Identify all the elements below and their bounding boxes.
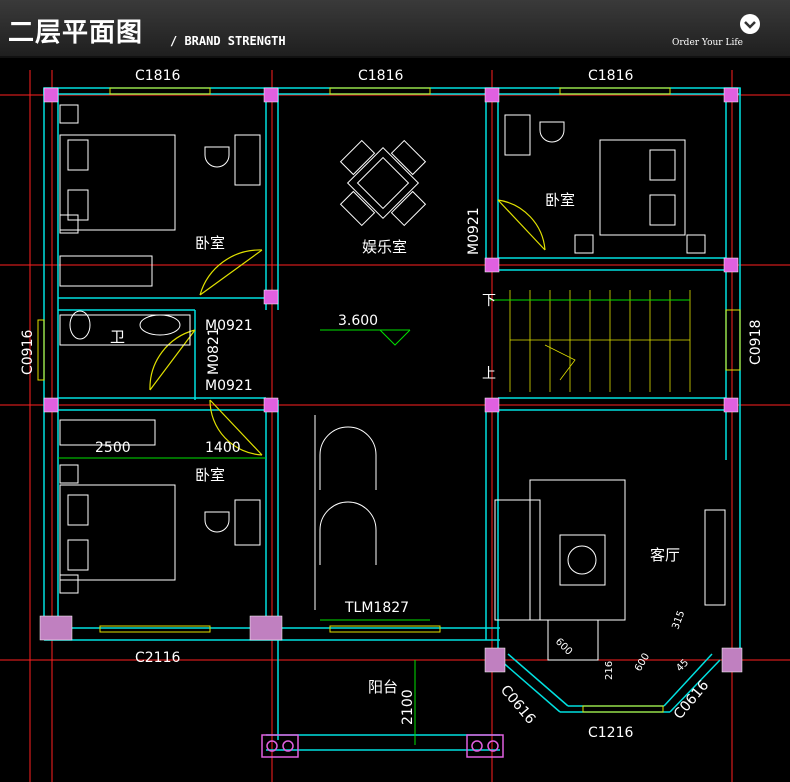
page-title: 二层平面图 xyxy=(8,18,144,48)
bay-window-label-mid: C1216 xyxy=(588,725,633,741)
room-label-bathroom: 卫 xyxy=(110,328,125,346)
window-label-left: C0916 xyxy=(20,330,36,375)
door-label-balcony: TLM1827 xyxy=(344,600,409,616)
stair-down-label: 下 xyxy=(482,293,496,309)
stair-up-label: 上 xyxy=(482,366,496,382)
windows xyxy=(37,87,741,713)
window-label-top-right: C1816 xyxy=(588,68,633,84)
window-label-bottom-left: C2116 xyxy=(135,650,180,666)
dimension-1400: 1400 xyxy=(205,440,241,456)
elevation-label: 3.600 xyxy=(338,313,378,329)
window-label-top-left: C1816 xyxy=(135,68,180,84)
staircase xyxy=(509,290,691,392)
room-label-living: 客厅 xyxy=(650,546,680,564)
balcony-posts xyxy=(261,734,504,758)
brand-subtitle: / BRAND STRENGTH xyxy=(170,34,286,48)
door-label-bath-3: M0921 xyxy=(205,378,253,394)
window-label-right: C0918 xyxy=(748,320,764,365)
window-label-top-mid: C1816 xyxy=(358,68,403,84)
grid-lines xyxy=(0,70,790,782)
floor-plan: C1816 C1816 C1816 卧室 娱乐室 卧室 M0921 卫 M092… xyxy=(0,68,790,782)
door-label-ne: M0921 xyxy=(466,207,482,255)
dimension-315: 315 xyxy=(670,609,687,631)
room-label-balcony: 阳台 xyxy=(368,678,398,696)
dimension-600b: 600 xyxy=(633,651,652,673)
door-label-bath-2: M0821 xyxy=(206,327,222,375)
room-label-bedroom-sw: 卧室 xyxy=(195,466,225,484)
columns xyxy=(39,87,743,673)
dimension-216: 216 xyxy=(604,661,615,680)
brand-slogan: Order Your Life xyxy=(672,38,743,48)
chevron-down-circle-icon xyxy=(740,14,760,34)
room-label-bedroom-nw: 卧室 xyxy=(195,234,225,252)
header-bar: 二层平面图 / BRAND STRENGTH Order Your Life xyxy=(0,0,790,58)
dimension-2100: 2100 xyxy=(400,689,416,725)
bay-window-label-left: C0616 xyxy=(497,682,539,727)
dimension-2500: 2500 xyxy=(95,440,131,456)
furniture xyxy=(59,104,726,661)
room-label-bedroom-ne: 卧室 xyxy=(545,191,575,209)
bay-window-label-right: C0616 xyxy=(671,677,713,722)
dimension-600: 600 xyxy=(553,636,574,657)
room-label-entertainment: 娱乐室 xyxy=(362,238,407,256)
